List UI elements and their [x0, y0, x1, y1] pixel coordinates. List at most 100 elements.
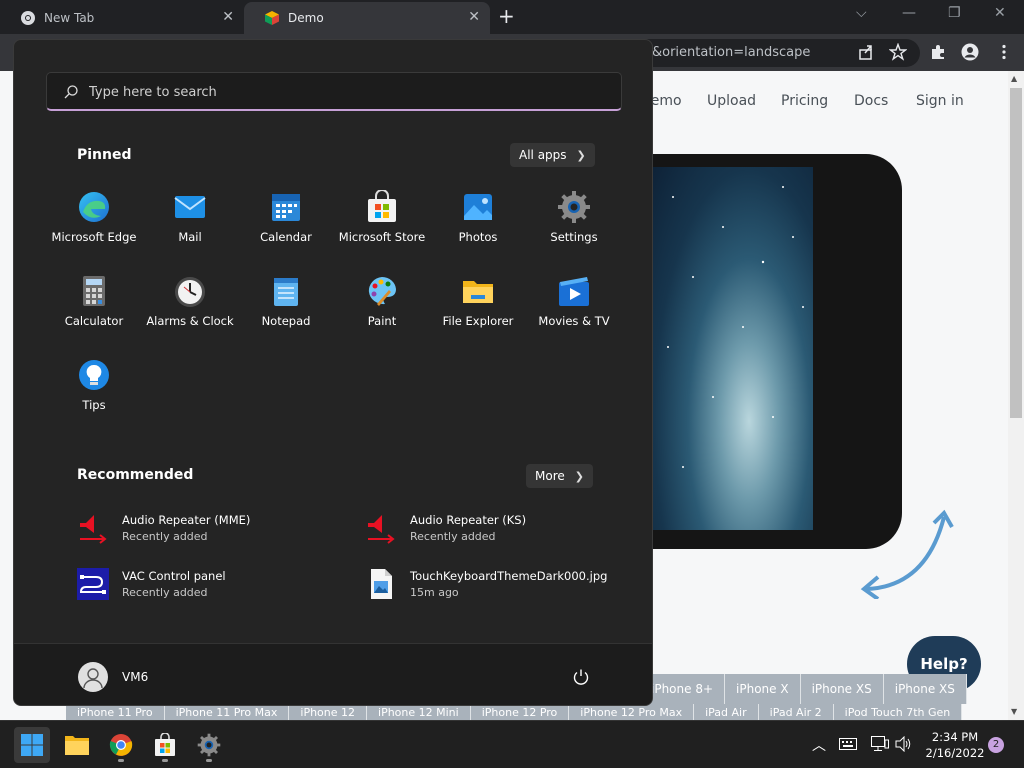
start-search-box[interactable] — [46, 72, 622, 111]
user-avatar[interactable] — [78, 662, 108, 692]
restore-icon[interactable]: ❐ — [948, 5, 961, 21]
edge-icon — [79, 192, 109, 222]
tab-search-chevron-icon[interactable]: ⌵ — [856, 5, 867, 21]
network-monitor-icon[interactable] — [871, 736, 889, 752]
device-chip[interactable]: iPod Touch 7th Gen — [833, 704, 963, 720]
app-label: Calculator — [64, 314, 124, 328]
scroll-down-arrow-icon[interactable]: ▼ — [1011, 707, 1017, 716]
bookmark-star-icon[interactable] — [889, 43, 907, 61]
show-hidden-icons-chevron-icon[interactable]: ︿ — [812, 735, 826, 755]
search-input[interactable] — [89, 82, 589, 102]
app-label: File Explorer — [442, 314, 514, 328]
nav-link-sign-in[interactable]: Sign in — [916, 93, 964, 109]
pinned-app-notepad[interactable]: Notepad — [238, 268, 334, 352]
device-chip[interactable]: iPhone 11 Pro Max — [164, 704, 290, 720]
nav-link-upload[interactable]: Upload — [707, 93, 756, 109]
nav-link-docs[interactable]: Docs — [854, 93, 888, 109]
pinned-app-alarms-clock[interactable]: Alarms & Clock — [142, 268, 238, 352]
device-chip[interactable]: iPhone 12 Pro Max — [569, 704, 695, 720]
device-chip[interactable]: iPad Air 2 — [758, 704, 834, 720]
running-indicator — [206, 759, 212, 762]
pinned-app-paint[interactable]: Paint — [334, 268, 430, 352]
start-button[interactable] — [14, 727, 50, 763]
app-label: Notepad — [261, 314, 311, 328]
chevron-right-icon: ❯ — [574, 469, 584, 483]
recommended-item[interactable]: VAC Control panel Recently added — [76, 567, 226, 601]
recommended-item[interactable]: Audio Repeater (MME) Recently added — [76, 511, 250, 545]
recommended-item[interactable]: Audio Repeater (KS) Recently added — [364, 511, 526, 545]
scrollbar-thumb[interactable] — [1010, 88, 1022, 418]
device-chip[interactable]: iPad Air — [694, 704, 759, 720]
profile-icon[interactable] — [961, 43, 979, 61]
device-chip[interactable]: iPhone 12 Mini — [367, 704, 471, 720]
speaker-arrow-icon — [80, 515, 107, 544]
taskbar-store[interactable] — [147, 727, 183, 763]
tab-label: New Tab — [44, 11, 95, 25]
recommended-title-text: VAC Control panel — [122, 569, 226, 583]
clock-icon — [175, 277, 205, 307]
close-icon[interactable]: ✕ — [468, 9, 480, 25]
chevron-right-icon: ❯ — [576, 148, 586, 162]
starfield-image — [667, 186, 804, 468]
chrome-icon — [109, 734, 133, 756]
power-icon[interactable] — [572, 668, 590, 686]
close-icon[interactable]: ✕ — [222, 9, 234, 25]
pinned-app-calculator[interactable]: Calculator — [46, 268, 142, 352]
pinned-app-tips[interactable]: Tips — [46, 352, 142, 436]
more-button[interactable]: More ❯ — [526, 464, 593, 488]
app-label: Calendar — [260, 230, 312, 244]
pinned-app-calendar[interactable]: Calendar — [238, 184, 334, 268]
device-chip[interactable]: iPhone X — [725, 674, 801, 704]
recommended-item[interactable]: TouchKeyboardThemeDark000.jpg 15m ago — [364, 567, 607, 601]
pinned-app-mail[interactable]: Mail — [142, 184, 238, 268]
menu-kebab-icon[interactable] — [995, 43, 1013, 61]
app-label: Photos — [458, 230, 498, 244]
device-chip[interactable]: iPhone 11 Pro — [66, 704, 165, 720]
store-icon — [368, 190, 396, 222]
pinned-app-file-explorer[interactable]: File Explorer — [430, 268, 526, 352]
taskbar-chrome[interactable] — [103, 727, 139, 763]
all-apps-button[interactable]: All apps ❯ — [510, 143, 595, 167]
clock-date: 2/16/2022 — [925, 746, 985, 760]
app-label: Tips — [82, 398, 106, 412]
taskbar-file-explorer[interactable] — [59, 727, 95, 763]
running-indicator — [118, 759, 124, 762]
pinned-app-edge[interactable]: Microsoft Edge — [46, 184, 142, 268]
pinned-app-movies-tv[interactable]: Movies & TV — [526, 268, 622, 352]
recommended-subtitle: Recently added — [122, 530, 208, 543]
tab-demo[interactable]: Demo ✕ — [244, 2, 490, 34]
window-close-icon[interactable]: ✕ — [994, 5, 1006, 21]
app-label: Movies & TV — [538, 314, 610, 328]
chrome-icon — [21, 11, 35, 25]
extensions-puzzle-icon[interactable] — [929, 43, 947, 61]
cable-control-icon — [77, 568, 109, 600]
device-chip[interactable]: iPhone XS — [883, 674, 967, 704]
image-file-icon — [371, 569, 392, 599]
system-clock[interactable]: 2:34 PM 2/16/2022 — [920, 729, 990, 761]
pinned-app-store[interactable]: Microsoft Store — [334, 184, 430, 268]
volume-icon[interactable] — [895, 736, 913, 752]
start-menu: Pinned All apps ❯ Microsoft Edge Mail Ca… — [13, 39, 653, 706]
device-chip[interactable]: iPhone 12 Pro — [470, 704, 570, 720]
minimize-icon[interactable]: — — [902, 5, 916, 21]
device-chip[interactable]: iPhone 12 — [289, 704, 368, 720]
paint-palette-icon — [368, 276, 396, 306]
keyboard-icon[interactable] — [839, 738, 857, 750]
calendar-icon — [272, 194, 300, 221]
new-tab-plus-icon[interactable]: + — [498, 4, 515, 28]
folder-icon — [463, 281, 493, 303]
pinned-app-settings[interactable]: Settings — [526, 184, 622, 268]
nav-link-pricing[interactable]: Pricing — [781, 93, 828, 109]
scroll-up-arrow-icon[interactable]: ▲ — [1011, 74, 1017, 83]
folder-icon — [65, 736, 89, 755]
tab-new-tab[interactable]: New Tab ✕ — [0, 2, 244, 34]
share-icon[interactable] — [857, 43, 875, 61]
rotate-arrow-icon — [860, 509, 954, 599]
search-icon — [64, 85, 78, 99]
pinned-app-photos[interactable]: Photos — [430, 184, 526, 268]
app-label: Settings — [550, 230, 598, 244]
taskbar-settings[interactable] — [191, 727, 227, 763]
user-name[interactable]: VM6 — [122, 670, 148, 684]
notification-badge[interactable]: 2 — [988, 737, 1004, 753]
device-chip[interactable]: iPhone XS — [800, 674, 884, 704]
